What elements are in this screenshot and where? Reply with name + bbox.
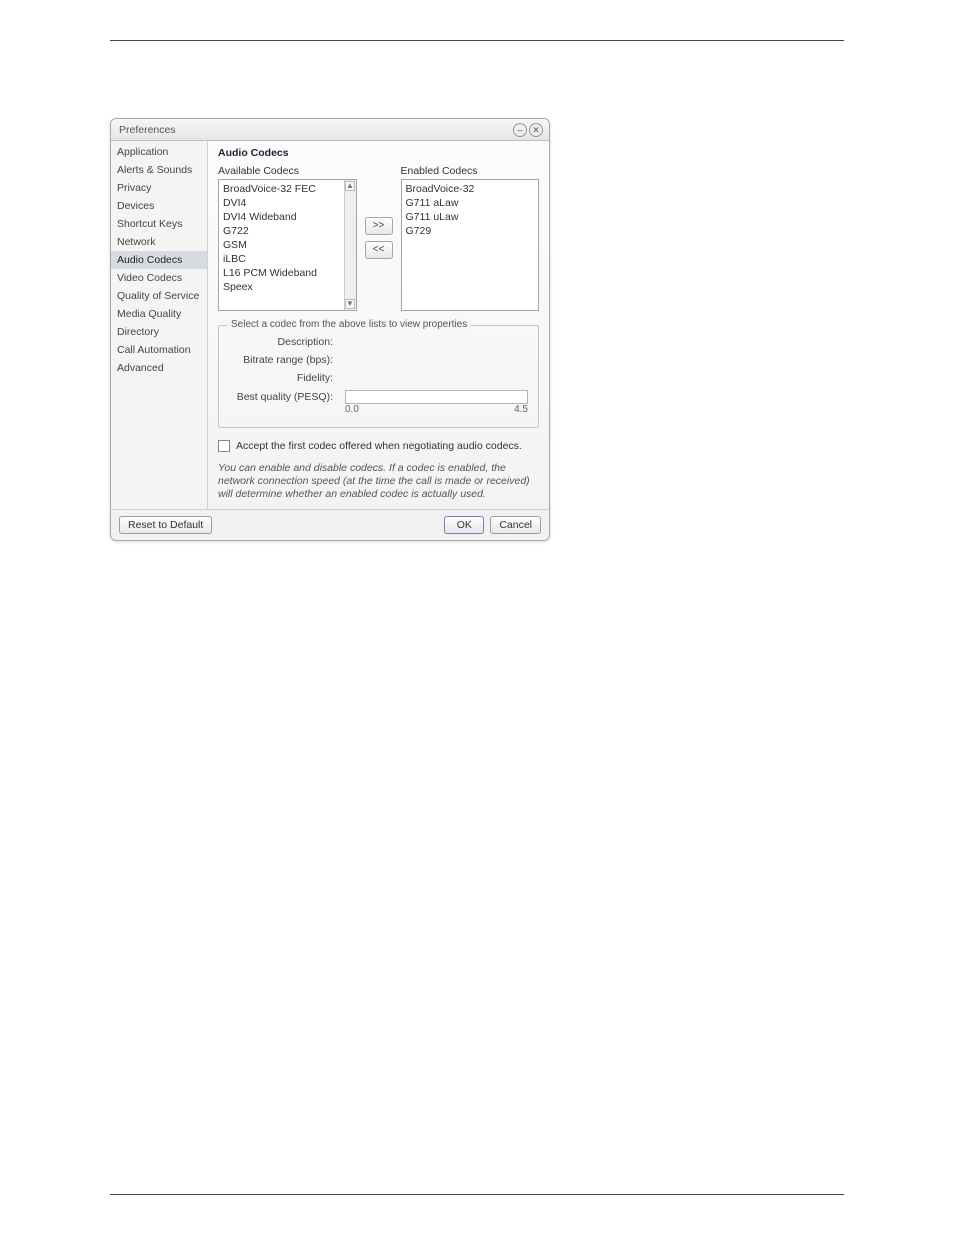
window-controls: – ✕ xyxy=(513,123,543,137)
section-title: Audio Codecs xyxy=(218,147,539,159)
available-codecs-label: Available Codecs xyxy=(218,165,357,177)
content-pane: Audio Codecs Available Codecs BroadVoice… xyxy=(208,141,549,509)
sidebar-item-quality-of-service[interactable]: Quality of Service xyxy=(111,287,207,305)
sidebar-item-network[interactable]: Network xyxy=(111,233,207,251)
list-item[interactable]: G729 xyxy=(406,224,535,238)
window-title: Preferences xyxy=(119,124,176,136)
scroll-down-icon[interactable]: ▼ xyxy=(345,299,355,309)
fieldset-legend: Select a codec from the above lists to v… xyxy=(227,319,471,330)
list-item[interactable]: GSM xyxy=(223,238,340,252)
minimize-button[interactable]: – xyxy=(513,123,527,137)
list-item[interactable]: iLBC xyxy=(223,252,340,266)
enabled-codecs-list[interactable]: BroadVoice-32 G711 aLaw G711 uLaw G729 xyxy=(401,179,540,311)
sidebar-item-shortcut-keys[interactable]: Shortcut Keys xyxy=(111,215,207,233)
accept-first-codec-checkbox[interactable] xyxy=(218,440,230,452)
sidebar-item-media-quality[interactable]: Media Quality xyxy=(111,305,207,323)
move-right-button[interactable]: >> xyxy=(365,217,393,235)
cancel-button[interactable]: Cancel xyxy=(490,516,541,534)
page-bottom-rule xyxy=(110,1194,844,1195)
available-codecs-list[interactable]: BroadVoice-32 FEC DVI4 DVI4 Wideband G72… xyxy=(218,179,357,311)
list-item[interactable]: DVI4 xyxy=(223,196,340,210)
list-item[interactable]: G711 uLaw xyxy=(406,210,535,224)
sidebar-item-call-automation[interactable]: Call Automation xyxy=(111,341,207,359)
dialog-footer: Reset to Default OK Cancel xyxy=(111,509,549,540)
sidebar-item-privacy[interactable]: Privacy xyxy=(111,179,207,197)
list-item[interactable]: BroadVoice-32 xyxy=(406,182,535,196)
fidelity-label: Fidelity: xyxy=(229,372,339,384)
available-codecs-scrollbar[interactable]: ▲ ▼ xyxy=(344,180,356,310)
sidebar-item-devices[interactable]: Devices xyxy=(111,197,207,215)
pesq-label: Best quality (PESQ): xyxy=(229,391,339,403)
list-item[interactable]: DVI4 Wideband xyxy=(223,210,340,224)
preferences-sidebar: Application Alerts & Sounds Privacy Devi… xyxy=(111,141,208,509)
accept-first-codec-label: Accept the first codec offered when nego… xyxy=(236,440,522,452)
list-item[interactable]: G711 aLaw xyxy=(406,196,535,210)
sidebar-item-audio-codecs[interactable]: Audio Codecs xyxy=(111,251,207,269)
scroll-up-icon[interactable]: ▲ xyxy=(345,181,355,191)
sidebar-item-advanced[interactable]: Advanced xyxy=(111,359,207,377)
ok-button[interactable]: OK xyxy=(444,516,484,534)
sidebar-item-video-codecs[interactable]: Video Codecs xyxy=(111,269,207,287)
list-item[interactable]: Speex xyxy=(223,280,340,294)
pesq-bar xyxy=(345,390,528,404)
bitrate-label: Bitrate range (bps): xyxy=(229,354,339,366)
move-left-button[interactable]: << xyxy=(365,241,393,259)
pesq-min: 0.0 xyxy=(345,404,359,415)
list-item[interactable]: BroadVoice-32 FEC xyxy=(223,182,340,196)
sidebar-item-alerts-sounds[interactable]: Alerts & Sounds xyxy=(111,161,207,179)
list-item[interactable]: L16 PCM Wideband xyxy=(223,266,340,280)
description-label: Description: xyxy=(229,336,339,348)
codec-note-text: You can enable and disable codecs. If a … xyxy=(218,462,539,501)
list-item[interactable]: G722 xyxy=(223,224,340,238)
page-top-rule xyxy=(110,40,844,41)
pesq-max: 4.5 xyxy=(514,404,528,415)
enabled-codecs-label: Enabled Codecs xyxy=(401,165,540,177)
codec-properties-fieldset: Select a codec from the above lists to v… xyxy=(218,325,539,428)
sidebar-item-application[interactable]: Application xyxy=(111,143,207,161)
sidebar-item-directory[interactable]: Directory xyxy=(111,323,207,341)
close-button[interactable]: ✕ xyxy=(529,123,543,137)
titlebar[interactable]: Preferences – ✕ xyxy=(111,119,549,141)
preferences-dialog: Preferences – ✕ Application Alerts & Sou… xyxy=(110,118,550,541)
reset-to-default-button[interactable]: Reset to Default xyxy=(119,516,212,534)
